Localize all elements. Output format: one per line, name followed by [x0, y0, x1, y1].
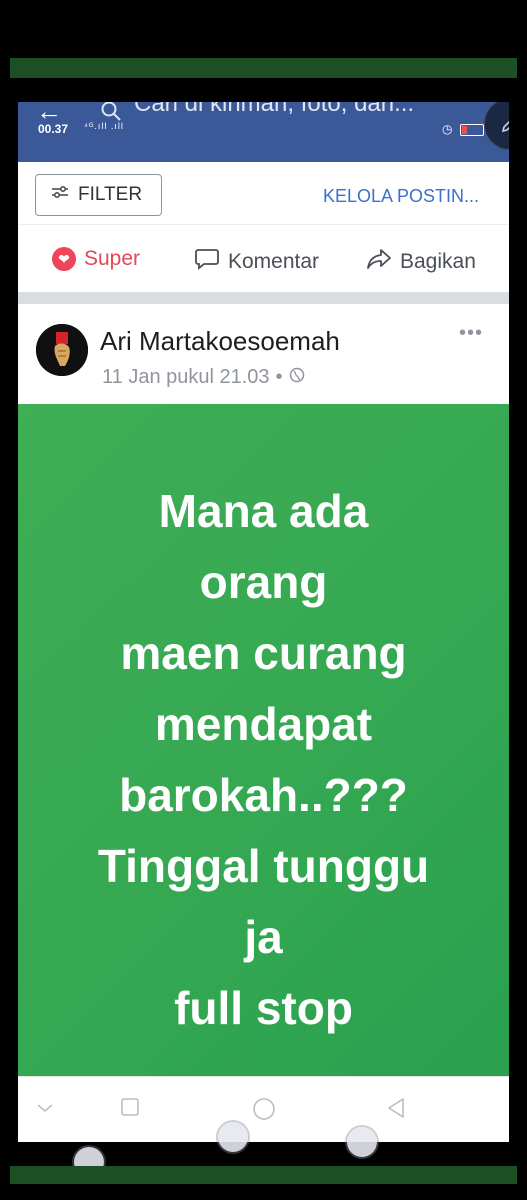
manage-posts-link[interactable]: KELOLA POSTIN... [323, 186, 479, 207]
filter-label: FILTER [78, 184, 143, 205]
speech-bubble-icon [194, 247, 220, 277]
edit-pencil-icon[interactable] [484, 102, 509, 150]
comment-label: Komentar [228, 250, 320, 273]
filter-toolbar: FILTER KELOLA POSTIN... [18, 162, 509, 222]
bottom-frame-band [10, 1166, 517, 1184]
floating-dot-icon[interactable] [218, 1122, 248, 1152]
section-divider [18, 292, 509, 304]
share-arrow-icon [366, 247, 392, 277]
super-label: Super [84, 247, 141, 270]
search-header: ← Cari di kiriman, foto, dan... 00.37 ⁴ᴳ… [18, 102, 509, 162]
separator-dot: • [275, 366, 283, 388]
filter-button[interactable]: FILTER [35, 174, 162, 216]
post-text-line: full stop [174, 982, 353, 1034]
system-navigation-bar [18, 1076, 509, 1142]
post-text-line: mendapat [154, 698, 373, 750]
post-timestamp[interactable]: 11 Jan pukul 21.03 [102, 366, 270, 389]
back-triangle-icon[interactable] [386, 1097, 406, 1125]
post-text-line: maen curang [120, 627, 407, 679]
battery-icon [460, 124, 484, 136]
post-text-line: Mana ada [158, 485, 369, 537]
phone-screen: ← Cari di kiriman, foto, dan... 00.37 ⁴ᴳ… [18, 102, 509, 1142]
floating-dot-icon[interactable] [347, 1127, 377, 1157]
status-time: 00.37 [38, 122, 69, 136]
alarm-icon: ◷ [442, 122, 453, 136]
signal-icon: ⁴ᴳ.ıll .ıll [84, 121, 124, 131]
post-author-name[interactable]: Ari Martakoesoemah [100, 326, 340, 357]
back-arrow-icon[interactable]: ← [36, 102, 62, 124]
post-text-background: Mana ada orang maen curang mendapat baro… [18, 404, 509, 1076]
post-text-line: Tinggal tunggu [97, 840, 430, 892]
sliders-icon [50, 184, 70, 206]
avatar[interactable] [36, 324, 88, 376]
share-label: Bagikan [400, 250, 476, 273]
post-meta: 11 Jan pukul 21.03 • [102, 366, 305, 389]
post-header: Ari Martakoesoemah 11 Jan pukul 21.03 • … [18, 304, 509, 404]
search-input[interactable]: Cari di kiriman, foto, dan... [134, 102, 414, 118]
share-button[interactable]: Bagikan [366, 247, 476, 277]
top-frame-band [10, 58, 517, 78]
more-options-icon[interactable]: ••• [459, 322, 483, 345]
recent-apps-icon[interactable] [120, 1097, 140, 1123]
post-text-line: barokah..??? [119, 769, 408, 821]
post-text-line: ja [244, 911, 283, 963]
heart-icon: ❤ [52, 247, 76, 271]
chevron-down-icon[interactable] [36, 1097, 54, 1120]
comment-button[interactable]: Komentar [194, 247, 319, 277]
post-text-line: orang [199, 556, 328, 608]
globe-icon [289, 366, 305, 389]
super-reaction-button[interactable]: ❤ Super [52, 247, 140, 271]
home-icon[interactable] [252, 1097, 276, 1127]
post-text: Mana ada orang maen curang mendapat baro… [18, 476, 509, 1044]
reaction-bar: ❤ Super Komentar Bagikan [18, 224, 509, 293]
